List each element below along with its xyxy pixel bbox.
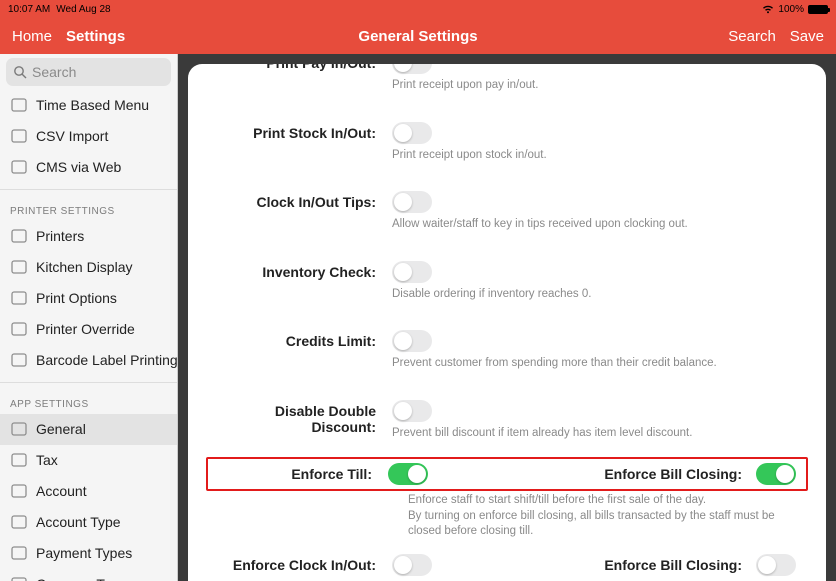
sidebar-item-printers[interactable]: Printers	[0, 221, 177, 252]
setting-label: Print Stock In/Out:	[212, 122, 392, 141]
csv-icon	[10, 127, 28, 145]
toggle-clock-tips[interactable]	[392, 191, 432, 213]
setting-desc: Prevent customer from spending more than…	[392, 356, 802, 372]
sidebar-item-print-options[interactable]: Print Options	[0, 283, 177, 314]
barcode-icon	[10, 351, 28, 369]
sidebar: Time Based Menu CSV Import CMS via Web PRIN…	[0, 54, 178, 581]
sidebar-item-label: Time Based Menu	[36, 97, 149, 113]
accounttype-icon	[10, 513, 28, 531]
setting-desc: Print receipt upon stock in/out.	[392, 148, 802, 164]
toggle-inventory[interactable]	[392, 261, 432, 283]
toggle-print-pay[interactable]	[392, 64, 432, 74]
sidebar-item-label: Print Options	[36, 290, 117, 306]
label-enforce-bill-closing-2: Enforce Bill Closing:	[604, 557, 742, 573]
setting-label: Credits Limit:	[212, 330, 392, 349]
nav-home[interactable]: Home	[12, 28, 52, 45]
tax-icon	[10, 451, 28, 469]
sidebar-section: APP SETTINGS	[0, 382, 177, 414]
sidebar-item-label: Currency Types	[36, 576, 134, 581]
sidebar-item-account-type[interactable]: Account Type	[0, 507, 177, 538]
sidebar-item-label: Account	[36, 483, 87, 499]
setting-inventory: Inventory Check: Disable ordering if inv…	[212, 253, 802, 309]
content-region: Print Pay In/Out: Print receipt upon pay…	[178, 54, 836, 581]
sidebar-item-label: CMS via Web	[36, 159, 121, 175]
nav-search[interactable]: Search	[728, 28, 776, 45]
nav-settings[interactable]: Settings	[66, 28, 125, 45]
setting-label: Print Pay In/Out:	[212, 64, 392, 71]
sidebar-item-label: Printer Override	[36, 321, 135, 337]
sidebar-item-time-based-menu[interactable]: Time Based Menu	[0, 90, 177, 121]
setting-clock-tips: Clock In/Out Tips: Allow waiter/staff to…	[212, 183, 802, 239]
setting-print-stock: Print Stock In/Out: Print receipt upon s…	[212, 114, 802, 170]
sidebar-item-label: General	[36, 421, 86, 437]
clock-icon	[10, 96, 28, 114]
wifi-icon	[762, 5, 774, 14]
toggle-enforce-bill-closing-2[interactable]	[756, 554, 796, 576]
label-enforce-bill-closing-1: Enforce Bill Closing:	[604, 466, 742, 482]
sidebar-item-label: Payment Types	[36, 545, 132, 561]
search-icon	[13, 65, 27, 79]
setting-double-discount: Disable Double Discount: Prevent bill di…	[212, 392, 802, 448]
sidebar-item-tax[interactable]: Tax	[0, 445, 177, 476]
sidebar-item-kitchen-display[interactable]: Kitchen Display	[0, 252, 177, 283]
sidebar-item-cms-via-web[interactable]: CMS via Web	[0, 152, 177, 183]
highlight-enforce-till: Enforce Till: Enforce Bill Closing:	[206, 457, 808, 491]
printopt-icon	[10, 289, 28, 307]
sidebar-item-account[interactable]: Account	[0, 476, 177, 507]
sidebar-item-barcode-label-printing[interactable]: Barcode Label Printing	[0, 345, 177, 376]
page-title: General Settings	[358, 28, 477, 45]
status-date: Wed Aug 28	[56, 4, 110, 15]
toggle-double-discount[interactable]	[392, 400, 432, 422]
toggle-credits[interactable]	[392, 330, 432, 352]
gear-icon	[10, 420, 28, 438]
toggle-enforce-till[interactable]	[388, 463, 428, 485]
printer-icon	[10, 227, 28, 245]
toggle-enforce-clock[interactable]	[392, 554, 432, 576]
sidebar-section: PRINTER SETTINGS	[0, 189, 177, 221]
setting-label: Enforce Till:	[208, 463, 388, 482]
status-bar: 10:07 AM Wed Aug 28 100%	[0, 0, 836, 18]
payment-icon	[10, 544, 28, 562]
settings-sheet: Print Pay In/Out: Print receipt upon pay…	[188, 64, 826, 581]
battery-percent: 100%	[778, 4, 804, 15]
setting-print-pay: Print Pay In/Out: Print receipt upon pay…	[212, 64, 802, 100]
sidebar-item-label: Account Type	[36, 514, 121, 530]
setting-label: Inventory Check:	[212, 261, 392, 280]
display-icon	[10, 258, 28, 276]
sidebar-item-label: Barcode Label Printing	[36, 352, 177, 368]
setting-desc: Disable ordering if inventory reaches 0.	[392, 287, 802, 303]
account-icon	[10, 482, 28, 500]
toggle-enforce-bill-closing-1[interactable]	[756, 463, 796, 485]
override-icon	[10, 320, 28, 338]
nav-save[interactable]: Save	[790, 28, 824, 45]
setting-label: Enforce Clock In/Out:	[212, 554, 392, 573]
sidebar-item-printer-override[interactable]: Printer Override	[0, 314, 177, 345]
toggle-print-stock[interactable]	[392, 122, 432, 144]
sidebar-item-payment-types[interactable]: Payment Types	[0, 538, 177, 569]
sidebar-item-currency-types[interactable]: Currency Types	[0, 569, 177, 581]
setting-desc: Allow waiter/staff to key in tips receiv…	[392, 217, 802, 233]
battery-icon	[808, 5, 828, 14]
setting-enforce-till: Enforce Till: Enforce Bill Closing:	[208, 461, 802, 487]
setting-credits: Credits Limit: Prevent customer from spe…	[212, 322, 802, 378]
nav-bar: Home Settings General Settings Search Sa…	[0, 18, 836, 54]
status-time: 10:07 AM	[8, 4, 50, 15]
web-icon	[10, 158, 28, 176]
setting-label: Disable Double Discount:	[212, 400, 392, 435]
sidebar-item-label: CSV Import	[36, 128, 108, 144]
sidebar-item-general[interactable]: General	[0, 414, 177, 445]
sidebar-item-label: Printers	[36, 228, 84, 244]
sidebar-item-label: Tax	[36, 452, 58, 468]
setting-label: Clock In/Out Tips:	[212, 191, 392, 210]
setting-desc: Enforce staff to start shift/till before…	[408, 493, 802, 540]
setting-enforce-clock: Enforce Clock In/Out: Enforce Bill Closi…	[212, 546, 802, 581]
search-input[interactable]	[6, 58, 171, 86]
currency-icon	[10, 575, 28, 581]
setting-desc: Print receipt upon pay in/out.	[392, 78, 802, 94]
sidebar-item-label: Kitchen Display	[36, 259, 133, 275]
setting-desc: Prevent bill discount if item already ha…	[392, 426, 802, 442]
sidebar-item-csv-import[interactable]: CSV Import	[0, 121, 177, 152]
